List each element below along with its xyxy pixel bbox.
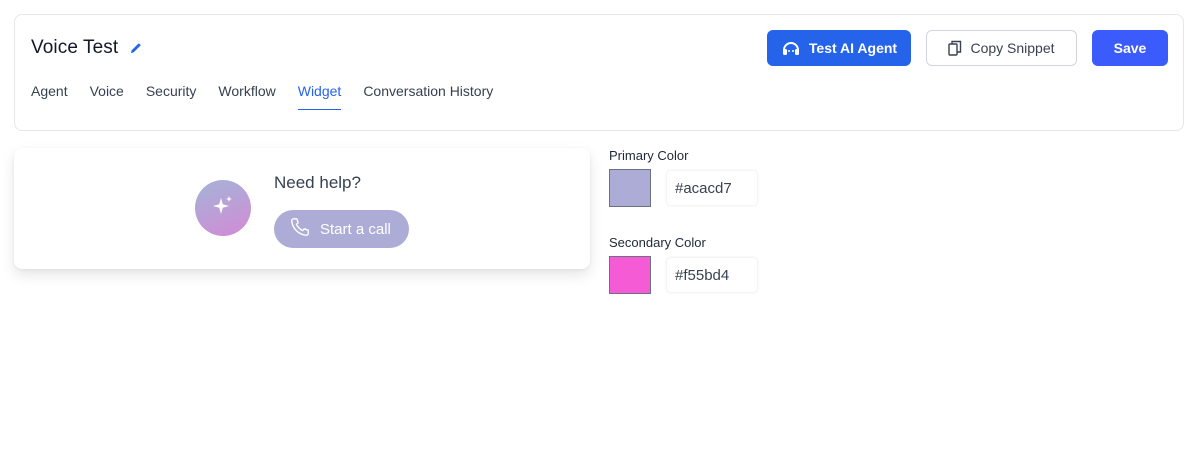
secondary-color-input[interactable] (667, 258, 757, 292)
tab-workflow[interactable]: Workflow (218, 83, 275, 110)
primary-color-input[interactable] (667, 171, 757, 205)
page-title: Voice Test (31, 37, 119, 58)
primary-color-row (609, 169, 757, 207)
primary-color-swatch[interactable] (609, 169, 651, 207)
tab-conversation-history[interactable]: Conversation History (363, 83, 493, 110)
start-call-label: Start a call (320, 220, 391, 238)
widget-preview-card: Need help? Start a call (14, 148, 590, 269)
secondary-color-swatch[interactable] (609, 256, 651, 294)
secondary-color-row (609, 256, 757, 294)
save-button[interactable]: Save (1092, 30, 1168, 66)
primary-color-group: Primary Color (609, 148, 757, 207)
save-label: Save (1113, 40, 1147, 56)
title-row: Voice Test (31, 37, 144, 59)
tab-widget[interactable]: Widget (297, 83, 342, 110)
primary-color-label: Primary Color (609, 148, 689, 163)
test-ai-agent-label: Test AI Agent (808, 40, 898, 56)
copy-snippet-button[interactable]: Copy Snippet (926, 30, 1077, 66)
widget-heading: Need help? (274, 173, 361, 192)
header-card: Voice Test Agent Voice Security Workflow… (14, 14, 1184, 131)
copy-icon (948, 40, 962, 56)
copy-snippet-label: Copy Snippet (970, 40, 1055, 56)
sparkle-icon (211, 194, 235, 223)
secondary-color-label: Secondary Color (609, 235, 706, 250)
phone-icon (289, 216, 311, 242)
tab-security[interactable]: Security (146, 83, 197, 110)
pencil-icon[interactable] (128, 40, 144, 56)
start-call-button[interactable]: Start a call (274, 210, 409, 248)
header-actions: Test AI Agent Copy Snippet Save (767, 30, 1168, 66)
widget-orb[interactable] (195, 180, 251, 236)
test-ai-agent-button[interactable]: Test AI Agent (767, 30, 911, 66)
headset-icon (781, 39, 801, 57)
tab-voice[interactable]: Voice (90, 83, 124, 110)
secondary-color-group: Secondary Color (609, 235, 757, 294)
tab-agent[interactable]: Agent (31, 83, 68, 110)
tab-bar: Agent Voice Security Workflow Widget Con… (31, 83, 493, 110)
